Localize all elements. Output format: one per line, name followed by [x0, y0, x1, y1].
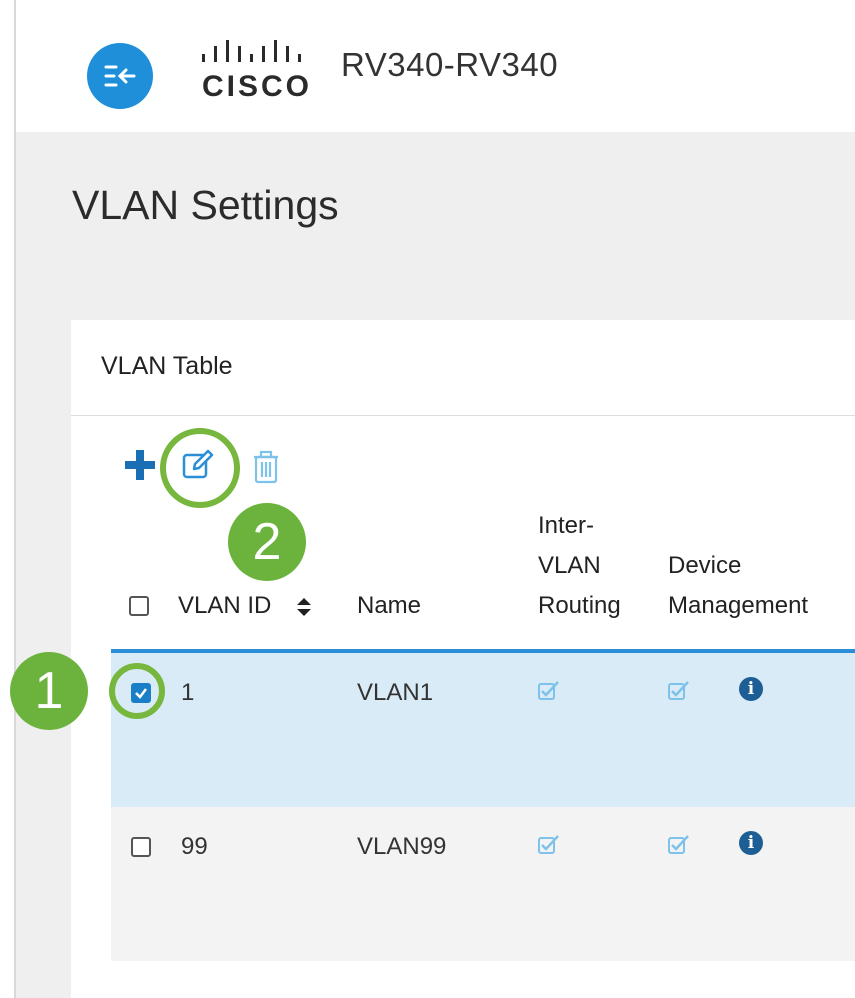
column-header-device-mgmt-line-2: Management [668, 592, 809, 619]
device-name: RV340-RV340 [341, 46, 559, 83]
callout-ring-checkbox [109, 663, 165, 719]
select-all-checkbox[interactable] [129, 596, 149, 616]
table-row[interactable]: 1 VLAN1 i [111, 653, 855, 807]
inter-vlan-check-icon [538, 681, 559, 700]
collapse-nav-icon [104, 65, 136, 87]
column-header-device-mgmt-line-1: Device [668, 552, 742, 579]
device-mgmt-check-icon [668, 835, 689, 854]
cisco-logo: CISCO [194, 40, 324, 104]
column-header-inter-vlan-line-1: Inter- [538, 512, 595, 539]
sort-icon[interactable] [296, 597, 312, 617]
callout-badge-step-2: 2 [228, 503, 306, 581]
collapse-nav-button[interactable] [87, 43, 153, 109]
column-header-inter-vlan-line-2: VLAN [538, 552, 601, 579]
cell-vlan-id: 1 [181, 679, 195, 706]
page-title: VLAN Settings [72, 182, 339, 228]
info-icon[interactable]: i [739, 831, 763, 855]
cell-name: VLAN99 [357, 833, 447, 860]
add-button[interactable] [123, 448, 157, 482]
plus-icon [125, 450, 155, 480]
row-checkbox[interactable] [131, 837, 151, 857]
column-header-vlan-id[interactable]: VLAN ID [178, 586, 271, 626]
table-row[interactable]: 99 VLAN99 i [111, 807, 855, 961]
title-band: VLAN Settings [16, 132, 855, 300]
app-header: CISCO RV340-RV340 [16, 0, 855, 132]
callout-ring-edit [160, 428, 240, 508]
info-icon[interactable]: i [739, 677, 763, 701]
callout-badge-step-1: 1 [10, 652, 88, 730]
vlan-table-card: VLAN Table VLAN ID Name Inter- VLAN Rout… [71, 320, 855, 998]
cell-vlan-id: 99 [181, 833, 208, 860]
device-mgmt-check-icon [668, 681, 689, 700]
cell-name: VLAN1 [357, 679, 434, 706]
delete-button[interactable] [251, 450, 281, 484]
column-header-name: Name [357, 592, 422, 619]
card-divider [71, 415, 855, 416]
inter-vlan-check-icon [538, 835, 559, 854]
card-title: VLAN Table [101, 352, 233, 380]
cisco-bars-icon [202, 40, 301, 62]
column-header-inter-vlan-line-3: Routing [538, 592, 621, 619]
trash-icon [254, 450, 278, 484]
cisco-logo-text: CISCO [202, 70, 313, 103]
